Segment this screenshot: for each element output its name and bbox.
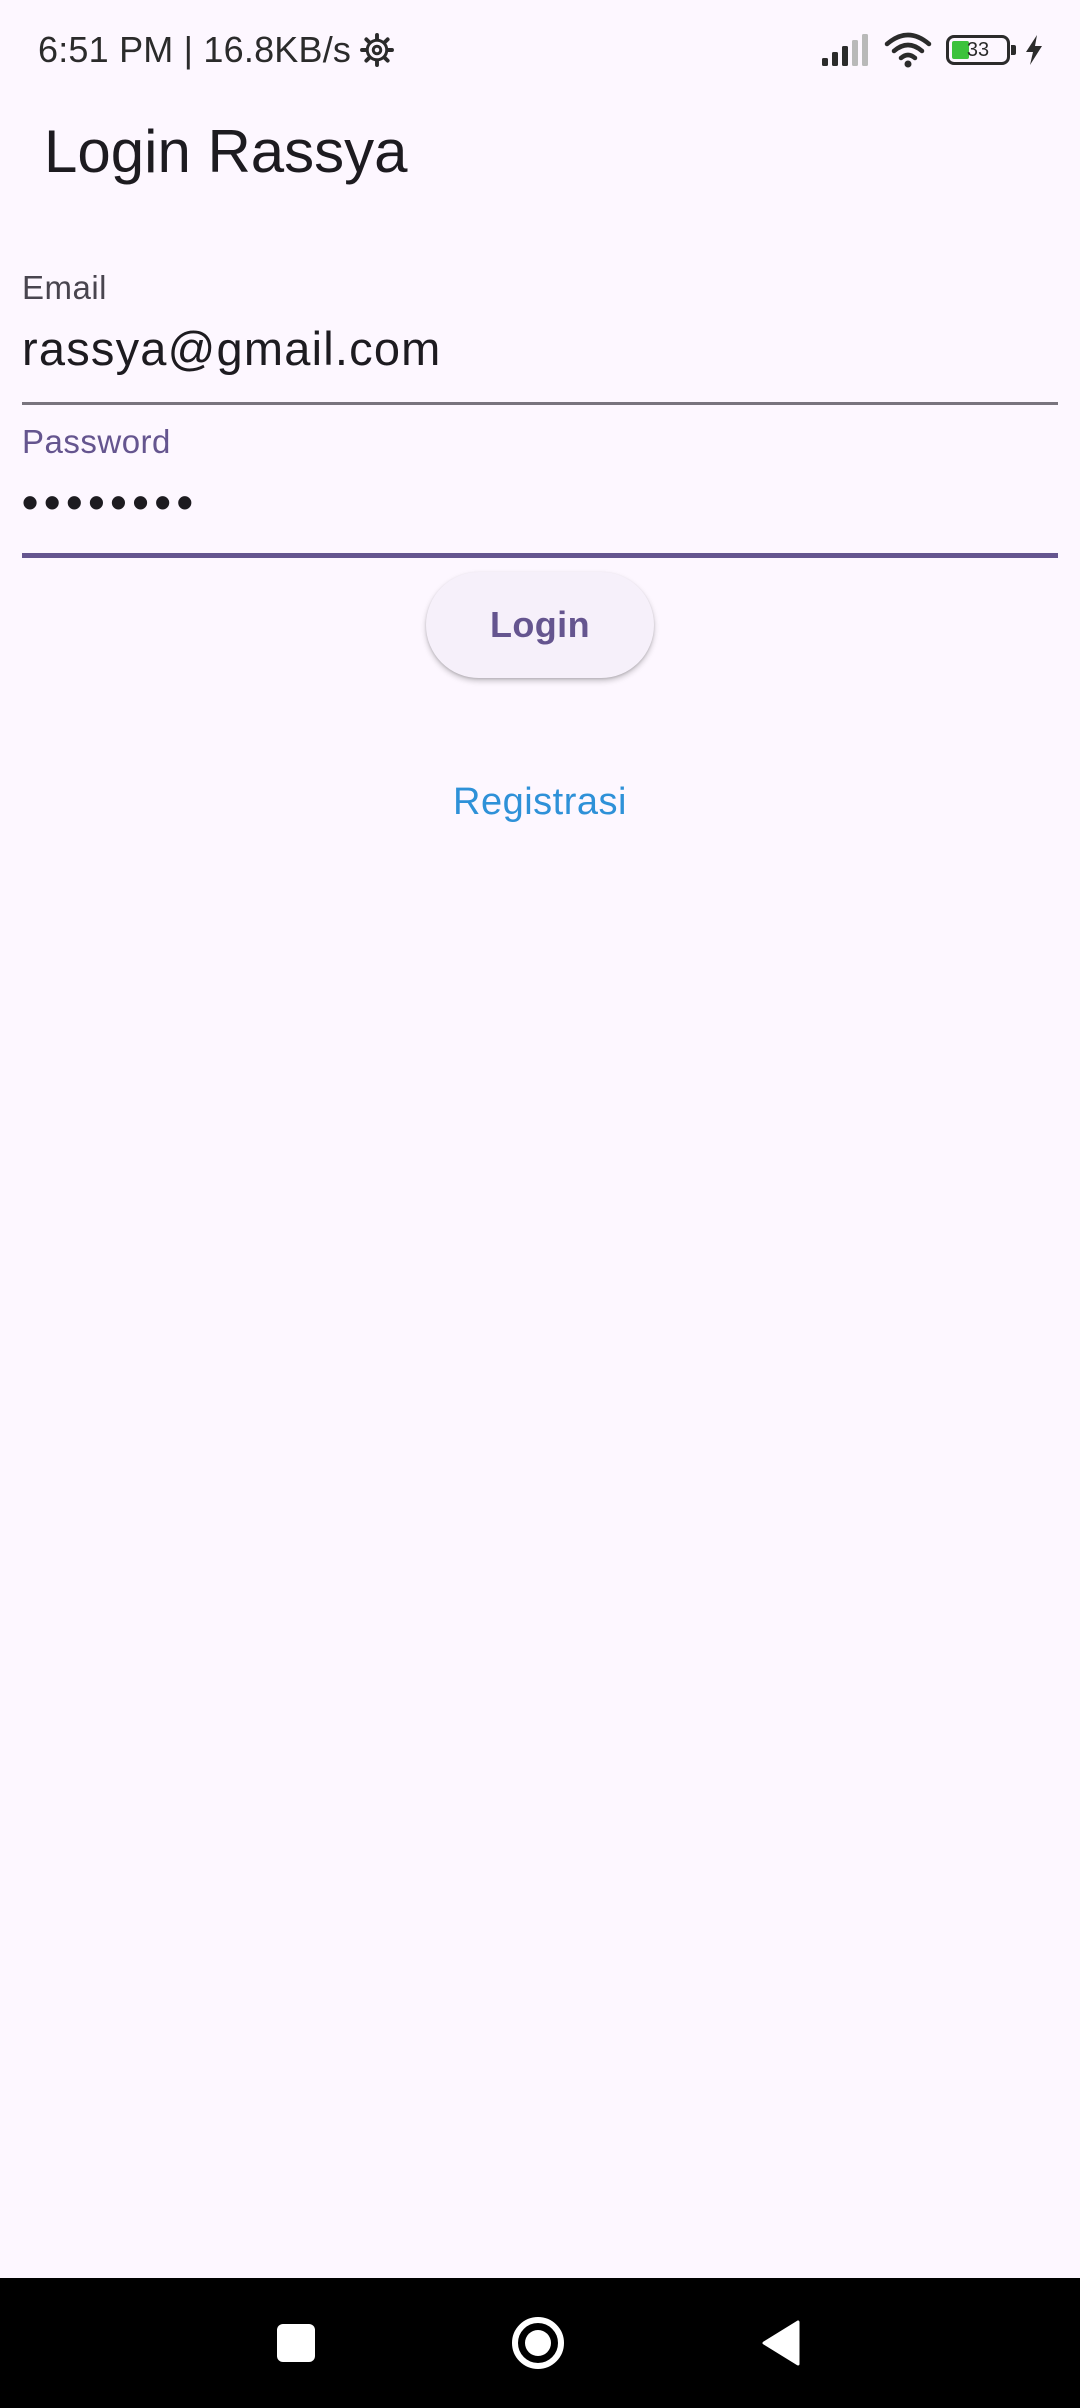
- password-underline: [22, 553, 1058, 558]
- wifi-icon: [884, 32, 932, 68]
- charging-icon: [1026, 35, 1042, 65]
- status-time-speed: 6:51 PM | 16.8KB/s: [38, 29, 352, 70]
- email-underline: [22, 402, 1058, 405]
- battery-cap: [1011, 45, 1016, 55]
- recents-button[interactable]: [236, 2278, 356, 2408]
- email-input[interactable]: [22, 318, 1058, 378]
- status-left: 6:51 PM | 16.8KB/s: [38, 24, 395, 76]
- back-icon: [762, 2320, 800, 2366]
- recents-icon: [277, 2324, 315, 2362]
- battery-icon: 33: [946, 35, 1016, 65]
- password-label: Password: [22, 423, 171, 460]
- home-icon: [512, 2317, 564, 2369]
- email-label: Email: [22, 269, 108, 306]
- status-bar: 6:51 PM | 16.8KB/s 33: [0, 0, 1080, 100]
- page-title: Login Rassya: [44, 118, 408, 185]
- register-link[interactable]: Registrasi: [0, 778, 1080, 826]
- battery-level: 33: [966, 39, 990, 61]
- home-button[interactable]: [478, 2278, 598, 2408]
- gear-icon: [360, 33, 395, 67]
- email-field[interactable]: Email: [22, 268, 1058, 408]
- login-button[interactable]: Login: [426, 572, 654, 678]
- signal-icon: [822, 34, 868, 66]
- password-field[interactable]: Password: [22, 422, 1058, 562]
- status-right: 33: [820, 26, 1044, 74]
- navigation-bar: [0, 2278, 1080, 2408]
- back-button[interactable]: [720, 2278, 840, 2408]
- password-input[interactable]: [22, 474, 1058, 530]
